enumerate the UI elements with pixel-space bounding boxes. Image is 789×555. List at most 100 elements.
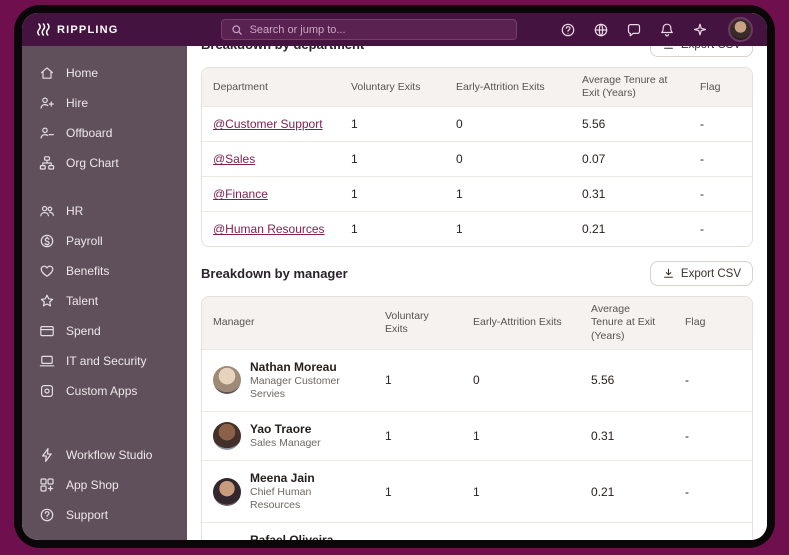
flag-cell: - [689, 176, 752, 212]
globe-icon[interactable] [592, 21, 609, 38]
column-header: Manager [202, 297, 374, 350]
sidebar-item-custom-apps[interactable]: Custom Apps [22, 376, 187, 406]
sidebar-item-it-security[interactable]: IT and Security [22, 346, 187, 376]
table-row: @Sales 1 0 0.07 - [202, 141, 752, 177]
early-attrition-cell: 1 [445, 211, 571, 247]
sidebar-item-benefits[interactable]: Benefits [22, 256, 187, 286]
avg-tenure-cell: 0.21 [580, 459, 674, 523]
early-attrition-cell: 0 [462, 348, 580, 412]
section-title-department: Breakdown by department [201, 46, 364, 52]
rippling-logo[interactable]: RIPPLING [36, 23, 119, 36]
person-minus-icon [39, 125, 55, 141]
department-link[interactable]: @Sales [213, 152, 255, 166]
avg-tenure-cell: 0.31 [580, 410, 674, 461]
download-icon [663, 268, 673, 279]
avg-tenure-cell: 0.07 [571, 141, 689, 177]
sidebar-item-label: Support [66, 508, 109, 522]
early-attrition-cell: 1 [462, 410, 580, 461]
desktop-background: RIPPLING Search or jump to... Home Hire … [0, 0, 789, 555]
card-icon [39, 323, 55, 339]
voluntary-exits-cell: 1 [340, 141, 445, 177]
flag-cell: - [674, 522, 752, 540]
flag-cell: - [674, 348, 752, 412]
sidebar-item-hire[interactable]: Hire [22, 88, 187, 118]
sidebar-item-offboard[interactable]: Offboard [22, 118, 187, 148]
person-plus-icon [39, 95, 55, 111]
browser-frame: RIPPLING Search or jump to... Home Hire … [14, 5, 775, 548]
app-body: Home Hire Offboard Org Chart HR Payroll … [22, 46, 767, 540]
topbar-icon-group [559, 17, 753, 42]
sidebar-item-payroll[interactable]: Payroll [22, 226, 187, 256]
grid-plus-icon [39, 477, 55, 493]
user-avatar[interactable] [728, 17, 753, 42]
department-table: Department Voluntary Exits Early-Attriti… [201, 67, 753, 248]
lightning-icon [39, 447, 55, 463]
early-attrition-cell: 1 [462, 522, 580, 540]
column-header: Average Tenure at Exit (Years) [580, 297, 674, 350]
sidebar-item-talent[interactable]: Talent [22, 286, 187, 316]
help-icon[interactable] [559, 21, 576, 38]
sidebar-item-home[interactable]: Home [22, 58, 187, 88]
sidebar-item-label: Talent [66, 294, 99, 308]
column-header: Average Tenure at Exit (Years) [571, 68, 689, 107]
sidebar-item-label: IT and Security [66, 354, 147, 368]
sidebar-item-label: Hire [66, 96, 89, 110]
section-title-manager: Breakdown by manager [201, 266, 348, 282]
manager-name: Rafael Oliveira [250, 533, 363, 540]
avg-tenure-cell: 0.31 [571, 176, 689, 212]
table-row: Nathan Moreau Manager Customer Servies 1… [202, 348, 752, 412]
search-placeholder: Search or jump to... [249, 23, 346, 36]
flag-cell: - [689, 211, 752, 247]
manager-role: Manager Customer Servies [250, 374, 340, 400]
dollar-circle-icon [39, 233, 55, 249]
avatar [213, 421, 241, 450]
laptop-icon [39, 353, 55, 369]
manager-name: Yao Traore [250, 421, 312, 436]
column-header: Early-Attrition Exits [445, 68, 571, 107]
voluntary-exits-cell: 1 [374, 459, 462, 523]
department-link[interactable]: @Finance [213, 187, 268, 201]
manager-role: Chief Human Resources [250, 486, 312, 512]
sidebar-item-label: Custom Apps [66, 384, 138, 398]
star-icon [39, 293, 55, 309]
column-header: Department [202, 68, 340, 107]
department-link[interactable]: @Human Resources [213, 222, 325, 236]
sidebar-item-org-chart[interactable]: Org Chart [22, 148, 187, 178]
sidebar-item-support[interactable]: Support [22, 500, 187, 530]
column-header: Flag [689, 68, 752, 107]
avg-tenure-cell: 0.21 [571, 211, 689, 247]
department-link[interactable]: @Customer Support [213, 117, 323, 131]
manager-role: Sales Manager [250, 436, 321, 449]
top-bar: RIPPLING Search or jump to... [22, 13, 767, 46]
ai-sparkle-icon[interactable] [691, 21, 708, 38]
early-attrition-cell: 0 [445, 106, 571, 142]
avg-tenure-cell: 0.07 [580, 522, 674, 540]
manager-table-header-row: Manager Voluntary Exits Early-Attrition … [202, 297, 752, 350]
sidebar-item-hr[interactable]: HR [22, 196, 187, 226]
search-input[interactable]: Search or jump to... [220, 19, 517, 40]
sidebar-item-spend[interactable]: Spend [22, 316, 187, 346]
bell-icon[interactable] [658, 21, 675, 38]
main-content: Breakdown by department Export CSV [187, 46, 767, 540]
sidebar-item-label: Offboard [66, 126, 113, 140]
table-row: @Customer Support 1 0 5.56 - [202, 106, 752, 142]
column-header: Early-Attrition Exits [462, 297, 580, 350]
chat-icon[interactable] [625, 21, 642, 38]
brand-wordmark: RIPPLING [57, 23, 119, 36]
flag-cell: - [674, 410, 752, 461]
avatar [213, 477, 241, 506]
sidebar-item-workflow-studio[interactable]: Workflow Studio [22, 440, 187, 470]
export-csv-button-manager[interactable]: Export CSV [649, 261, 753, 287]
export-csv-button-department[interactable]: Export CSV [649, 46, 753, 57]
voluntary-exits-cell: 1 [374, 348, 462, 412]
department-section-header: Breakdown by department Export CSV [201, 46, 753, 58]
column-header: Flag [674, 297, 752, 350]
department-table-header-row: Department Voluntary Exits Early-Attriti… [202, 68, 752, 107]
sidebar-item-app-shop[interactable]: App Shop [22, 470, 187, 500]
sidebar-item-label: Workflow Studio [66, 448, 153, 462]
export-csv-label: Export CSV [680, 267, 741, 280]
rippling-logo-icon [36, 23, 50, 36]
table-row: @Finance 1 1 0.31 - [202, 176, 752, 212]
export-csv-label: Export CSV [681, 46, 741, 51]
people-icon [39, 203, 55, 219]
